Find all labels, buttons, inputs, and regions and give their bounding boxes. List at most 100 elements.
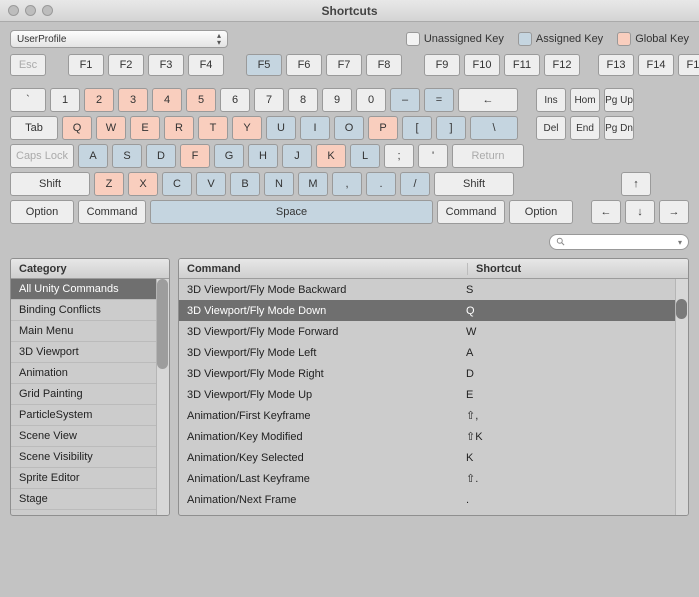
key-f1[interactable]: F1	[68, 54, 104, 76]
key-f15[interactable]: F15	[678, 54, 699, 76]
key-l[interactable]: L	[350, 144, 380, 168]
key-x[interactable]: X	[128, 172, 158, 196]
key-quote[interactable]: '	[418, 144, 448, 168]
key-y[interactable]: Y	[232, 116, 262, 140]
command-row[interactable]: Animation/First Keyframe⇧,	[179, 405, 688, 426]
key-7[interactable]: 7	[254, 88, 284, 112]
command-row[interactable]: 3D Viewport/Fly Mode DownQ	[179, 300, 688, 321]
command-row[interactable]: 3D Viewport/Fly Mode BackwardS	[179, 279, 688, 300]
command-row[interactable]: 3D Viewport/Fly Mode UpE	[179, 384, 688, 405]
command-row[interactable]: 3D Viewport/Fly Mode ForwardW	[179, 321, 688, 342]
command-row[interactable]: 3D Viewport/Fly Mode RightD	[179, 363, 688, 384]
key-w[interactable]: W	[96, 116, 126, 140]
command-row[interactable]: Animation/Key SelectedK	[179, 447, 688, 468]
category-scrollbar[interactable]	[156, 279, 169, 515]
scroll-thumb[interactable]	[676, 299, 687, 319]
key-h[interactable]: H	[248, 144, 278, 168]
key-a[interactable]: A	[78, 144, 108, 168]
category-row[interactable]: Sprite Editor	[11, 468, 169, 489]
key-r[interactable]: R	[164, 116, 194, 140]
key-2[interactable]: 2	[84, 88, 114, 112]
key-e[interactable]: E	[130, 116, 160, 140]
key-n[interactable]: N	[264, 172, 294, 196]
key-k[interactable]: K	[316, 144, 346, 168]
key-capslock[interactable]: Caps Lock	[10, 144, 74, 168]
category-row[interactable]: Scene View	[11, 426, 169, 447]
key-up[interactable]: ↑	[621, 172, 651, 196]
category-row[interactable]: Scene Visibility	[11, 447, 169, 468]
category-row[interactable]: Stage	[11, 489, 169, 510]
key-period[interactable]: .	[366, 172, 396, 196]
key-loption[interactable]: Option	[10, 200, 74, 224]
key-9[interactable]: 9	[322, 88, 352, 112]
key-down[interactable]: ↓	[625, 200, 655, 224]
key-rcommand[interactable]: Command	[437, 200, 505, 224]
key-3[interactable]: 3	[118, 88, 148, 112]
key-minus[interactable]: –	[390, 88, 420, 112]
key-end[interactable]: End	[570, 116, 600, 140]
key-lbracket[interactable]: [	[402, 116, 432, 140]
key-space[interactable]: Space	[150, 200, 433, 224]
key-f[interactable]: F	[180, 144, 210, 168]
key-f6[interactable]: F6	[286, 54, 322, 76]
key-esc[interactable]: Esc	[10, 54, 46, 76]
key-q[interactable]: Q	[62, 116, 92, 140]
key-return[interactable]: Return	[452, 144, 524, 168]
key-f8[interactable]: F8	[366, 54, 402, 76]
key-v[interactable]: V	[196, 172, 226, 196]
key-1[interactable]: 1	[50, 88, 80, 112]
category-row[interactable]: ParticleSystem	[11, 405, 169, 426]
key-rshift[interactable]: Shift	[434, 172, 514, 196]
command-row[interactable]: Animation/Key Modified⇧K	[179, 426, 688, 447]
category-row[interactable]: Main Menu	[11, 321, 169, 342]
key-f11[interactable]: F11	[504, 54, 540, 76]
key-j[interactable]: J	[282, 144, 312, 168]
key-g[interactable]: G	[214, 144, 244, 168]
key-z[interactable]: Z	[94, 172, 124, 196]
command-row[interactable]: 3D Viewport/Fly Mode LeftA	[179, 342, 688, 363]
key-f7[interactable]: F7	[326, 54, 362, 76]
key-right[interactable]: →	[659, 200, 689, 224]
key-f12[interactable]: F12	[544, 54, 580, 76]
key-4[interactable]: 4	[152, 88, 182, 112]
key-c[interactable]: C	[162, 172, 192, 196]
key-t[interactable]: T	[198, 116, 228, 140]
key-s[interactable]: S	[112, 144, 142, 168]
key-slash[interactable]: /	[400, 172, 430, 196]
key-equal[interactable]: =	[424, 88, 454, 112]
key-ins[interactable]: Ins	[536, 88, 566, 112]
key-f2[interactable]: F2	[108, 54, 144, 76]
category-row[interactable]: All Unity Commands	[11, 279, 169, 300]
category-row[interactable]: Animation	[11, 363, 169, 384]
key-tab[interactable]: Tab	[10, 116, 58, 140]
key-f4[interactable]: F4	[188, 54, 224, 76]
search-dropdown-icon[interactable]: ▾	[678, 238, 682, 247]
key-o[interactable]: O	[334, 116, 364, 140]
key-f10[interactable]: F10	[464, 54, 500, 76]
key-m[interactable]: M	[298, 172, 328, 196]
key-d[interactable]: D	[146, 144, 176, 168]
key-backslash[interactable]: \	[470, 116, 518, 140]
key-b[interactable]: B	[230, 172, 260, 196]
category-row[interactable]: 3D Viewport	[11, 342, 169, 363]
key-pgdn[interactable]: Pg Dn	[604, 116, 634, 140]
key-i[interactable]: I	[300, 116, 330, 140]
profile-select[interactable]: UserProfile ▴▾	[10, 30, 228, 48]
key-u[interactable]: U	[266, 116, 296, 140]
command-row[interactable]: Animation/Last Keyframe⇧.	[179, 468, 688, 489]
key-8[interactable]: 8	[288, 88, 318, 112]
key-lcommand[interactable]: Command	[78, 200, 146, 224]
key-home[interactable]: Hom	[570, 88, 600, 112]
key-f14[interactable]: F14	[638, 54, 674, 76]
key-del[interactable]: Del	[536, 116, 566, 140]
key-f13[interactable]: F13	[598, 54, 634, 76]
scroll-thumb[interactable]	[157, 279, 168, 369]
key-5[interactable]: 5	[186, 88, 216, 112]
key-semicolon[interactable]: ;	[384, 144, 414, 168]
key-p[interactable]: P	[368, 116, 398, 140]
key-pgup[interactable]: Pg Up	[604, 88, 634, 112]
key-backtick[interactable]: `	[10, 88, 46, 112]
key-backspace[interactable]: ←	[458, 88, 518, 112]
key-comma[interactable]: ,	[332, 172, 362, 196]
category-row[interactable]: Binding Conflicts	[11, 300, 169, 321]
